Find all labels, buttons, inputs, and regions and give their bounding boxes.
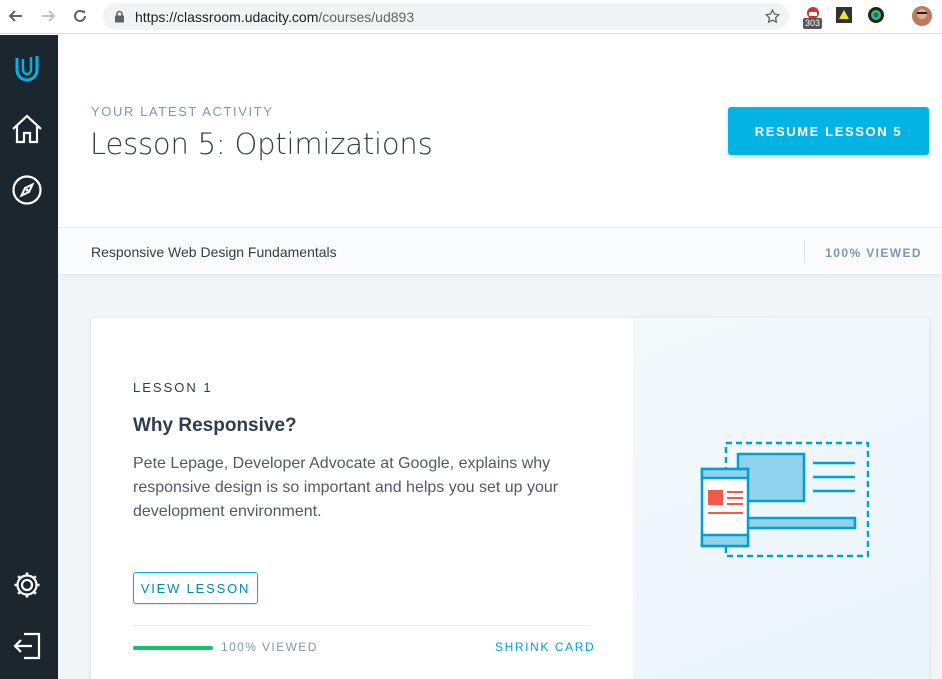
url-path: /courses/ud893 [318, 9, 415, 25]
compass-icon[interactable] [9, 172, 45, 208]
forward-arrow-icon[interactable] [37, 5, 59, 27]
latest-activity-header: YOUR LATEST ACTIVITY Lesson 5: Optimizat… [58, 35, 942, 227]
extension-icon[interactable] [835, 6, 855, 26]
back-arrow-icon[interactable] [5, 5, 27, 27]
lesson-progress-bar [133, 646, 213, 650]
resume-lesson-button[interactable]: RESUME LESSON 5 [728, 107, 929, 155]
star-icon[interactable] [764, 8, 781, 30]
extension-badge: 303 [803, 18, 823, 29]
lock-icon [114, 10, 125, 28]
url-text: https://classroom.udacity.com/courses/ud… [135, 9, 414, 25]
lesson-progress-label: 100% VIEWED [221, 640, 318, 654]
responsive-devices-illustration [700, 441, 869, 558]
sign-out-icon[interactable] [9, 628, 45, 664]
shrink-card-link[interactable]: SHRINK CARD [495, 640, 595, 654]
sidebar [0, 35, 58, 679]
lesson-card: LESSON 1 Why Responsive? Pete Lepage, De… [91, 318, 929, 679]
browser-toolbar: https://classroom.udacity.com/courses/ud… [0, 0, 942, 34]
lesson-number: LESSON 1 [133, 380, 213, 395]
latest-activity-label: YOUR LATEST ACTIVITY [91, 104, 274, 119]
lesson-title: Why Responsive? [133, 415, 297, 436]
extension-icon[interactable] [867, 6, 887, 26]
udacity-logo-icon[interactable] [9, 49, 45, 85]
course-name[interactable]: Responsive Web Design Fundamentals [91, 244, 337, 260]
avatar[interactable] [912, 6, 932, 26]
home-icon[interactable] [9, 111, 45, 147]
url-host: https://classroom.udacity.com [135, 9, 319, 25]
course-progress-label: 100% VIEWED [825, 246, 922, 260]
view-lesson-button[interactable]: VIEW LESSON [133, 572, 258, 604]
address-bar[interactable]: https://classroom.udacity.com/courses/ud… [103, 3, 789, 30]
main-content: YOUR LATEST ACTIVITY Lesson 5: Optimizat… [58, 35, 942, 679]
lesson-progress-fill [133, 646, 213, 650]
gear-icon[interactable] [9, 567, 45, 603]
page-title: Lesson 5: Optimizations [90, 127, 433, 161]
lesson-illustration-panel [633, 318, 929, 679]
course-bar: Responsive Web Design Fundamentals 100% … [58, 227, 942, 275]
divider [133, 625, 591, 626]
lesson-description: Pete Lepage, Developer Advocate at Googl… [133, 455, 559, 520]
divider [804, 240, 805, 264]
lesson-card-body: LESSON 1 Why Responsive? Pete Lepage, De… [91, 318, 633, 679]
reload-icon[interactable] [69, 5, 91, 27]
